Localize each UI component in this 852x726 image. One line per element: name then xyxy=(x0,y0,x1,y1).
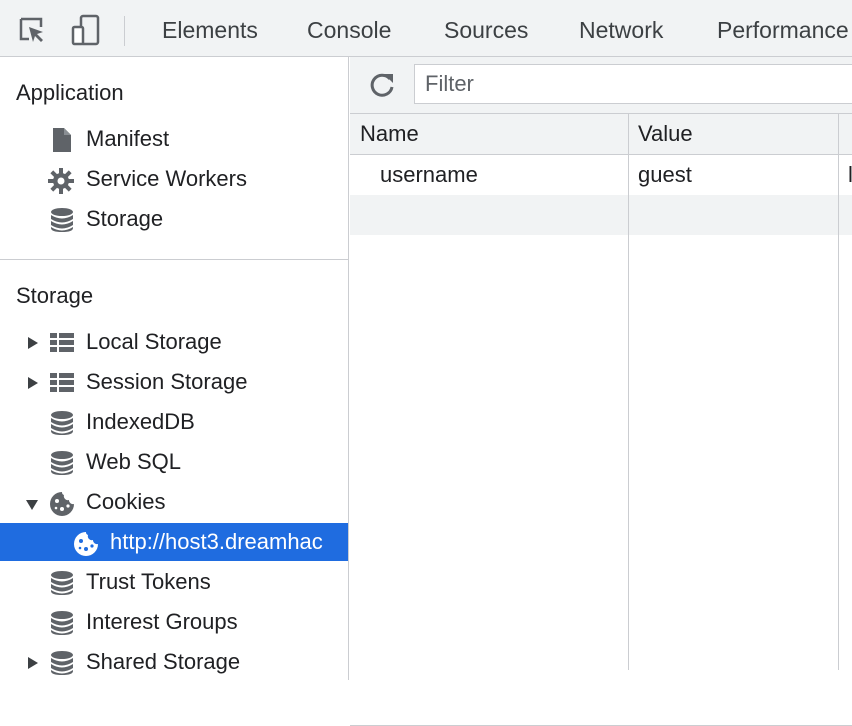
sidebar-item-storage[interactable]: Storage xyxy=(0,200,348,238)
chevron-right-icon[interactable] xyxy=(27,336,39,350)
cookie-icon xyxy=(72,530,98,556)
column-header-name[interactable]: Name xyxy=(360,120,419,148)
database-icon xyxy=(49,207,75,233)
sidebar-item-label: Manifest xyxy=(86,126,170,151)
tab-console[interactable]: Console xyxy=(307,16,391,44)
sidebar-item-manifest[interactable]: Manifest xyxy=(0,120,348,158)
cookies-panel: Name Value username guest l xyxy=(350,57,852,726)
truncated-cell: l xyxy=(848,162,852,187)
sidebar-item-label: Trust Tokens xyxy=(86,569,211,594)
table-header: Name Value xyxy=(350,114,852,155)
table-icon xyxy=(49,370,75,396)
sidebar-item-trust-tokens[interactable]: Trust Tokens xyxy=(0,563,348,601)
sidebar-item-shared-storage[interactable]: Shared Storage xyxy=(0,643,348,680)
refresh-icon[interactable] xyxy=(368,71,396,99)
toolbar-separator xyxy=(124,16,125,46)
inspect-element-icon[interactable] xyxy=(14,12,50,48)
sidebar-item-label: IndexedDB xyxy=(86,409,195,434)
filter-toolbar xyxy=(350,57,852,114)
section-divider xyxy=(0,259,348,260)
table-icon xyxy=(49,330,75,356)
document-icon xyxy=(49,127,75,153)
device-toolbar-icon[interactable] xyxy=(68,12,104,48)
database-icon xyxy=(49,410,75,436)
sidebar-item-label: http://host3.dreamhac xyxy=(110,529,323,554)
sidebar-item-interest-groups[interactable]: Interest Groups xyxy=(0,603,348,641)
devtools-toolbar: Elements Console Sources Network Perform… xyxy=(0,0,852,57)
application-section-title: Application xyxy=(16,80,124,105)
sidebar-item-label: Interest Groups xyxy=(86,609,238,634)
column-header-value[interactable]: Value xyxy=(638,120,693,148)
sidebar-item-cookies[interactable]: Cookies xyxy=(0,483,348,521)
sidebar-item-indexeddb[interactable]: IndexedDB xyxy=(0,403,348,441)
cookie-value-cell: guest xyxy=(638,162,692,187)
table-row-empty[interactable] xyxy=(350,195,852,235)
tab-elements[interactable]: Elements xyxy=(162,16,258,44)
sidebar-item-local-storage[interactable]: Local Storage xyxy=(0,323,348,361)
cookies-table: Name Value username guest l xyxy=(350,114,852,726)
sidebar-item-label: Service Workers xyxy=(86,166,247,191)
sidebar-item-session-storage[interactable]: Session Storage xyxy=(0,363,348,401)
storage-section-title: Storage xyxy=(16,283,94,308)
tab-sources[interactable]: Sources xyxy=(444,16,528,44)
gear-icon xyxy=(47,167,74,194)
sidebar-item-web-sql[interactable]: Web SQL xyxy=(0,443,348,481)
sidebar-item-label: Storage xyxy=(86,206,164,231)
database-icon xyxy=(49,450,75,476)
sidebar-item-service-workers[interactable]: Service Workers xyxy=(0,160,348,198)
database-icon xyxy=(49,650,75,676)
sidebar-item-label: Web SQL xyxy=(86,449,181,474)
chevron-right-icon[interactable] xyxy=(27,656,39,670)
column-divider[interactable] xyxy=(838,114,839,670)
database-icon xyxy=(49,570,75,596)
sidebar-item-label: Shared Storage xyxy=(86,649,241,674)
cookie-name-cell: username xyxy=(380,162,478,187)
sidebar-item-cookie-origin[interactable]: http://host3.dreamhac xyxy=(0,523,348,561)
cookie-icon xyxy=(48,490,74,516)
table-row[interactable]: username guest l xyxy=(350,155,852,195)
tab-network[interactable]: Network xyxy=(579,16,663,44)
application-sidebar: Application Manifest Service Workers Sto… xyxy=(0,57,349,680)
database-icon xyxy=(49,610,75,636)
sidebar-item-label: Session Storage xyxy=(86,369,248,394)
filter-input[interactable] xyxy=(414,64,852,104)
chevron-right-icon[interactable] xyxy=(27,376,39,390)
column-divider[interactable] xyxy=(628,114,629,670)
chevron-down-icon[interactable] xyxy=(25,498,38,512)
sidebar-item-label: Local Storage xyxy=(86,329,222,354)
tab-performance[interactable]: Performance xyxy=(717,16,849,44)
sidebar-item-label: Cookies xyxy=(86,489,166,514)
